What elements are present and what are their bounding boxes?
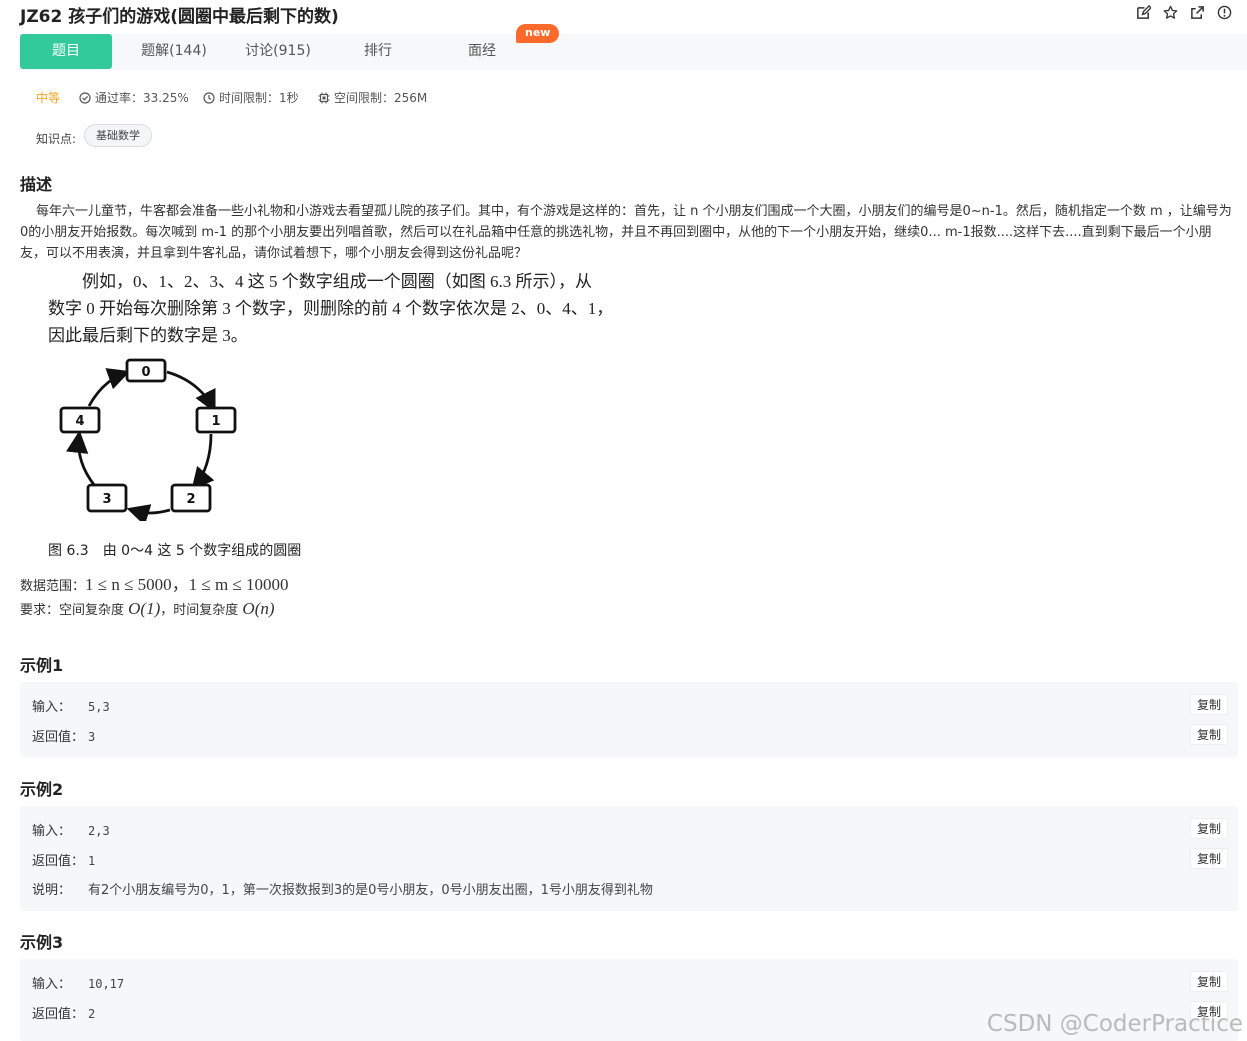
share-icon[interactable] xyxy=(1189,4,1206,21)
watermark: CSDN @CoderPractice xyxy=(986,1011,1243,1037)
output-label: 返回值： xyxy=(32,1007,85,1022)
copy-button[interactable]: 复制 xyxy=(1190,694,1228,715)
output-label: 返回值： xyxy=(32,854,85,869)
example-input-row: 输入： 10,17 xyxy=(32,973,124,992)
figure-caption: 图 6.3 由 0～4 这 5 个数字组成的圆圈 xyxy=(48,543,302,559)
tab-ranking[interactable]: 排行 xyxy=(330,34,426,69)
input-label: 输入： xyxy=(32,700,72,715)
book-line: 例如，0、1、2、3、4 这 5 个数字组成一个圆圈（如图 6.3 所示），从 xyxy=(82,272,592,291)
example-box: 输入： 2,3 复制 返回值： 1 复制 说明： 有2个小朋友编号为0，1，第一次报数… xyxy=(20,806,1238,911)
header-actions xyxy=(1135,4,1233,21)
chip-icon xyxy=(318,92,330,103)
copy-button[interactable]: 复制 xyxy=(1190,848,1228,869)
require-mid: ，时间复杂度 xyxy=(160,603,239,618)
pass-rate-text: 通过率：33.25% xyxy=(95,91,189,105)
example-note-row: 说明： 有2个小朋友编号为0，1，第一次报数报到3的是0号小朋友，0号小朋友出圈，… xyxy=(32,879,653,898)
space-complexity: O(1) xyxy=(128,599,161,618)
title-bar: JZ62 孩子们的游戏(圆圈中最后剩下的数) xyxy=(20,0,1247,27)
book-line: 因此最后剩下的数字是 3。 xyxy=(48,326,248,345)
tab-problem[interactable]: 题目 xyxy=(20,34,112,69)
example-title: 示例1 xyxy=(20,656,64,675)
problem-title: JZ62 孩子们的游戏(圆圈中最后剩下的数) xyxy=(20,7,339,27)
tab-bar: 题目 题解(144) 讨论(915) 排行 面经 new xyxy=(20,24,1247,70)
example-title: 示例2 xyxy=(20,780,64,799)
svg-text:3: 3 xyxy=(102,492,111,507)
example-output-row: 返回值： 3 xyxy=(32,726,95,745)
copy-button[interactable]: 复制 xyxy=(1190,818,1228,839)
info-icon[interactable] xyxy=(1216,4,1233,21)
example-input-row: 输入： 2,3 xyxy=(32,820,110,839)
description-text: 每年六一儿童节，牛客都会准备一些小礼物和小游戏去看望孤儿院的孩子们。其中，有个游… xyxy=(20,204,1232,261)
range-math: 1 ≤ n ≤ 5000，1 ≤ m ≤ 10000 xyxy=(85,575,289,594)
output-value: 2 xyxy=(88,1007,96,1021)
input-value: 5,3 xyxy=(88,700,110,714)
example-title: 示例3 xyxy=(20,933,64,952)
svg-text:2: 2 xyxy=(186,492,195,507)
book-line: 数字 0 开始每次删除第 3 个数字，则删除的前 4 个数字依次是 2、0、4、… xyxy=(48,299,614,318)
range-label: 数据范围： xyxy=(20,579,86,594)
constraints: 数据范围：1 ≤ n ≤ 5000，1 ≤ m ≤ 10000 要求：空间复杂度… xyxy=(20,574,289,622)
figure-node: 2 xyxy=(170,483,212,513)
knowledge-tag[interactable]: 基础数学 xyxy=(84,124,152,147)
star-icon[interactable] xyxy=(1162,4,1179,21)
output-label: 返回值： xyxy=(32,730,85,745)
figure-node: 0 xyxy=(125,358,167,383)
clock-icon xyxy=(203,91,215,104)
example-output-row: 返回值： 2 xyxy=(32,1003,95,1022)
description-heading: 描述 xyxy=(20,175,53,194)
figure-node: 4 xyxy=(59,406,101,434)
input-label: 输入： xyxy=(32,824,72,839)
difficulty-label: 中等 xyxy=(36,91,61,105)
example-input-row: 输入： 5,3 xyxy=(32,696,110,715)
copy-button[interactable]: 复制 xyxy=(1190,971,1228,992)
figure-node: 3 xyxy=(86,483,128,513)
check-circle-icon xyxy=(79,91,91,104)
time-complexity: O(n) xyxy=(242,599,275,618)
space-limit-text: 空间限制：256M xyxy=(334,91,428,105)
new-badge: new xyxy=(516,24,560,43)
svg-text:1: 1 xyxy=(211,414,220,429)
circle-figure: 0 1 2 3 4 xyxy=(55,356,245,526)
output-value: 1 xyxy=(88,854,96,868)
input-value: 2,3 xyxy=(88,824,110,838)
note-label: 说明： xyxy=(32,883,72,898)
space-limit: 空间限制：256M xyxy=(318,89,427,106)
input-label: 输入： xyxy=(32,977,72,992)
note-value: 有2个小朋友编号为0，1，第一次报数报到3的是0号小朋友，0号小朋友出圈，1号小… xyxy=(88,883,653,898)
example-output-row: 返回值： 1 xyxy=(32,850,95,869)
tab-solutions[interactable]: 题解(144) xyxy=(124,34,224,69)
pass-rate: 通过率：33.25% xyxy=(79,89,189,106)
edit-icon[interactable] xyxy=(1135,4,1152,21)
book-excerpt: 例如，0、1、2、3、4 这 5 个数字组成一个圆圈（如图 6.3 所示），从 … xyxy=(48,268,613,349)
example-box: 输入： 5,3 复制 返回值： 3 复制 xyxy=(20,682,1238,757)
input-value: 10,17 xyxy=(88,977,125,991)
time-limit-text: 时间限制：1秒 xyxy=(219,91,299,105)
knowledge-label: 知识点: xyxy=(36,132,77,146)
svg-text:0: 0 xyxy=(141,365,150,380)
figure-node: 1 xyxy=(195,406,237,434)
output-value: 3 xyxy=(88,730,96,744)
svg-text:4: 4 xyxy=(75,414,84,429)
copy-button[interactable]: 复制 xyxy=(1190,724,1228,745)
require-label: 要求：空间复杂度 xyxy=(20,603,125,618)
time-limit: 时间限制：1秒 xyxy=(203,89,299,106)
tab-discussion[interactable]: 讨论(915) xyxy=(228,34,328,69)
